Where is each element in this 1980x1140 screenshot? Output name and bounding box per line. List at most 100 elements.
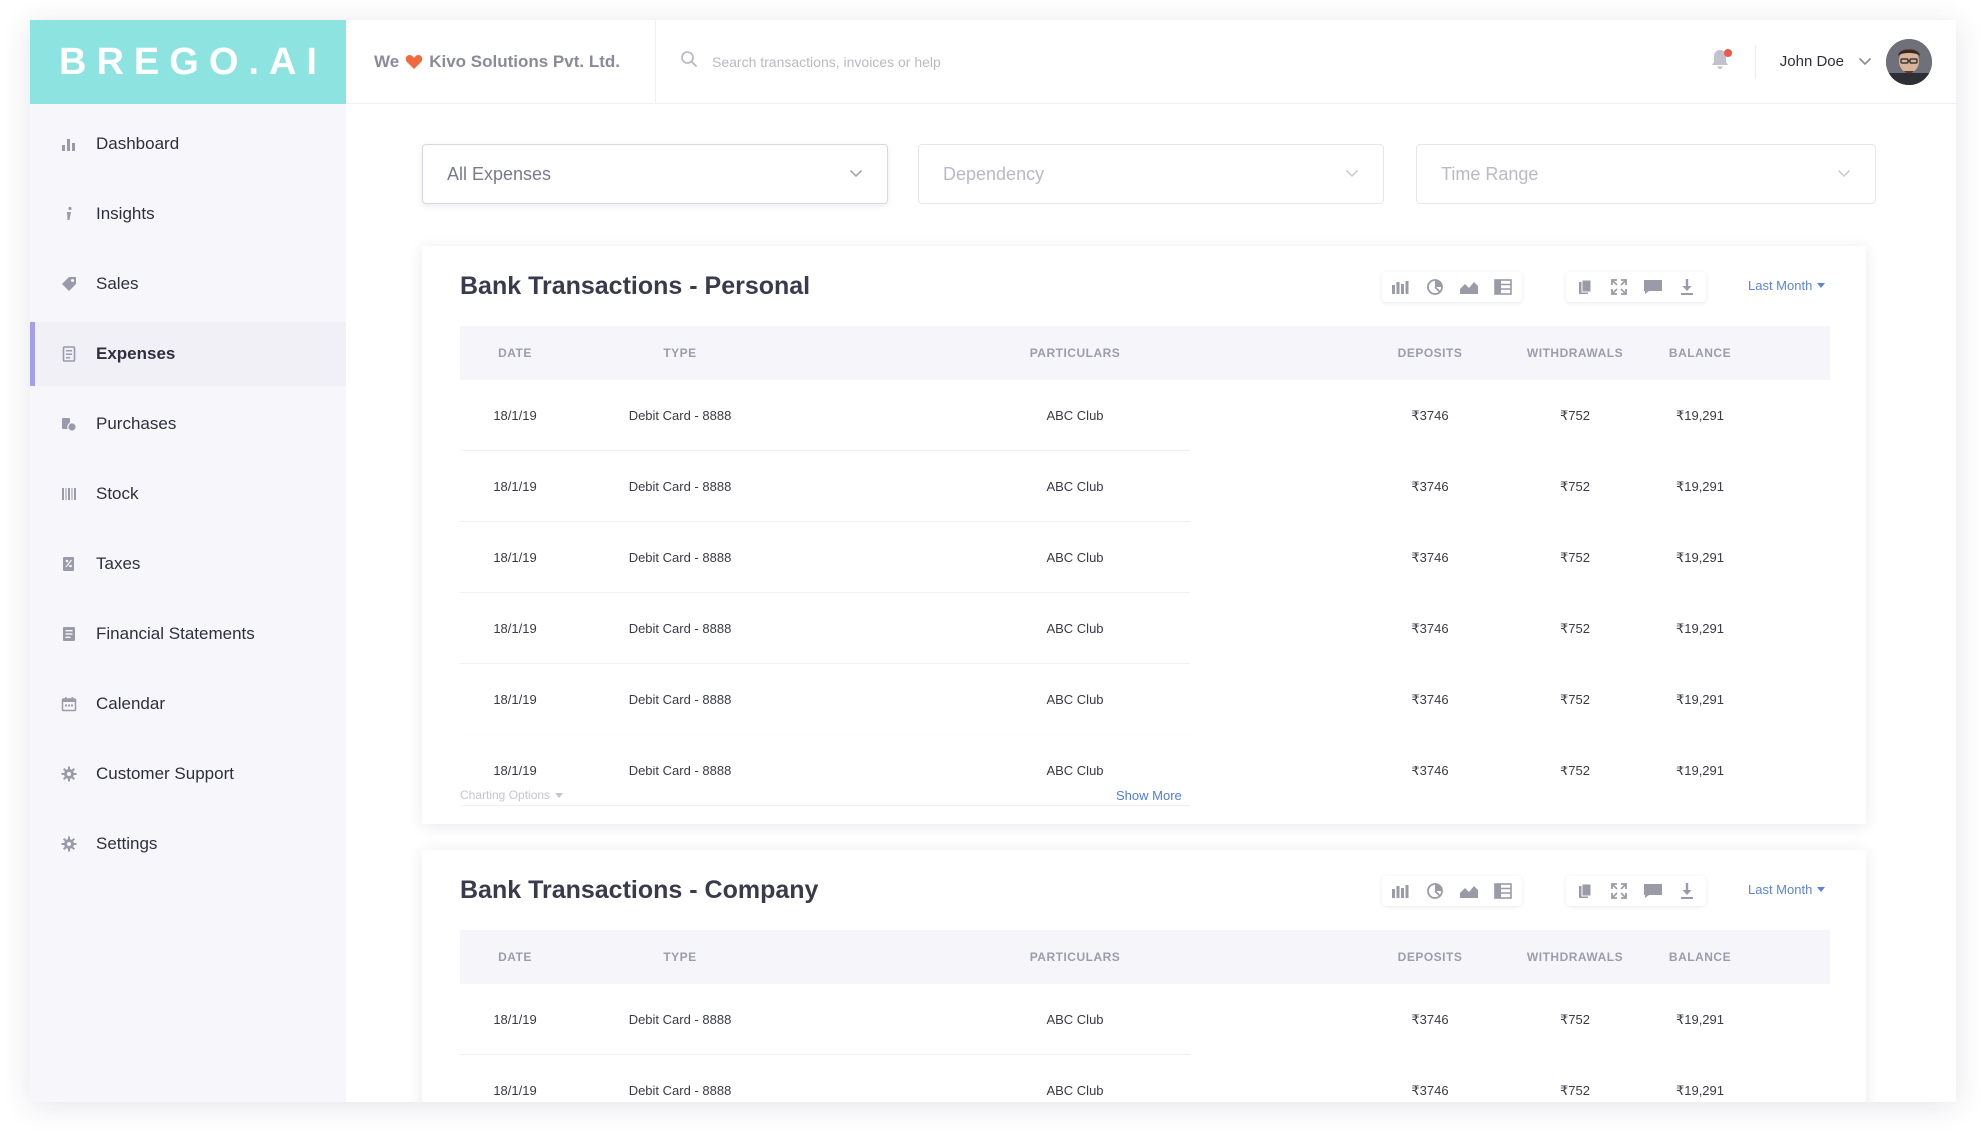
copy-icon[interactable] bbox=[1568, 272, 1602, 302]
sidebar-item-insights[interactable]: Insights bbox=[30, 182, 346, 246]
table-row[interactable]: 18/1/19 Debit Card - 8888 ABC Club ₹3746… bbox=[460, 522, 1830, 593]
sidebar-item-label: Taxes bbox=[96, 554, 141, 573]
search-icon bbox=[680, 50, 698, 73]
cell-balance: ₹19,291 bbox=[1675, 1082, 1725, 1098]
sidebar-item-settings[interactable]: Settings bbox=[30, 812, 346, 876]
card-title: Bank Transactions - Company bbox=[460, 876, 819, 904]
pie-chart-icon[interactable] bbox=[1418, 272, 1452, 302]
table-row[interactable]: 18/1/19 Debit Card - 8888 ABC Club ₹3746… bbox=[460, 664, 1830, 735]
column-header-particulars[interactable]: PARTICULARS bbox=[790, 326, 1360, 380]
table-row[interactable]: 18/1/19 Debit Card - 8888 ABC Club ₹3746… bbox=[460, 984, 1830, 1055]
copy-icon[interactable] bbox=[1568, 876, 1602, 906]
cell-deposits: ₹3746 bbox=[1411, 407, 1449, 423]
cell-date: 18/1/19 bbox=[493, 621, 537, 636]
expand-icon[interactable] bbox=[1602, 272, 1636, 302]
cell-balance: ₹19,291 bbox=[1675, 1011, 1725, 1027]
cell-spacer bbox=[1750, 1055, 1830, 1102]
expand-icon[interactable] bbox=[1602, 876, 1636, 906]
period-label: Last Month bbox=[1748, 278, 1813, 293]
area-chart-icon[interactable] bbox=[1452, 876, 1486, 906]
sidebar-item-label: Dashboard bbox=[96, 134, 180, 153]
sidebar: BREGO.AI Dashboard Insights Sales Expens… bbox=[30, 20, 346, 1102]
comment-icon[interactable] bbox=[1636, 876, 1670, 906]
cell-date: 18/1/19 bbox=[493, 479, 537, 494]
table-view-icon[interactable] bbox=[1486, 876, 1520, 906]
area-chart-icon[interactable] bbox=[1452, 272, 1486, 302]
cell-type: Debit Card - 8888 bbox=[628, 550, 732, 565]
period-label: Last Month bbox=[1748, 882, 1813, 897]
show-more-link[interactable]: Show More bbox=[1116, 788, 1182, 803]
column-header-type[interactable]: TYPE bbox=[570, 326, 790, 380]
card-header: Bank Transactions - Personal Last Month bbox=[422, 246, 1866, 326]
download-icon[interactable] bbox=[1670, 272, 1704, 302]
logo-text: BREGO.AI bbox=[59, 40, 327, 83]
dependency-select[interactable]: Dependency bbox=[918, 144, 1384, 204]
cell-deposits: ₹3746 bbox=[1411, 620, 1449, 636]
expense-type-select[interactable]: All Expenses bbox=[422, 144, 888, 204]
sidebar-item-expenses[interactable]: Expenses bbox=[30, 322, 346, 386]
cell-date: 18/1/19 bbox=[493, 408, 537, 423]
table-header-row: DATE TYPE PARTICULARS DEPOSITS WITHDRAWA… bbox=[460, 326, 1830, 380]
avatar[interactable] bbox=[1886, 38, 1932, 85]
cell-date: 18/1/19 bbox=[493, 692, 537, 707]
charting-options-label: Charting Options bbox=[460, 788, 551, 802]
column-header-deposits[interactable]: DEPOSITS bbox=[1360, 326, 1500, 380]
table-row[interactable]: 18/1/19 Debit Card - 8888 ABC Club ₹3746… bbox=[460, 451, 1830, 522]
info-icon bbox=[60, 205, 78, 223]
gear-icon bbox=[60, 765, 78, 783]
pie-chart-icon[interactable] bbox=[1418, 876, 1452, 906]
period-dropdown[interactable]: Last Month bbox=[1748, 278, 1826, 293]
sidebar-item-taxes[interactable]: Taxes bbox=[30, 532, 346, 596]
column-header-type[interactable]: TYPE bbox=[570, 930, 790, 984]
chevron-down-icon bbox=[1837, 165, 1851, 183]
cell-deposits: ₹3746 bbox=[1411, 691, 1449, 707]
table-row[interactable]: 18/1/19 Debit Card - 8888 ABC Club ₹3746… bbox=[460, 593, 1830, 664]
column-header-date[interactable]: DATE bbox=[460, 930, 570, 984]
column-header-particulars[interactable]: PARTICULARS bbox=[790, 930, 1360, 984]
time-range-select[interactable]: Time Range bbox=[1416, 144, 1876, 204]
cell-spacer bbox=[1750, 380, 1830, 451]
table-view-icon[interactable] bbox=[1486, 272, 1520, 302]
user-name[interactable]: John Doe bbox=[1780, 53, 1844, 70]
sidebar-item-purchases[interactable]: Purchases bbox=[30, 392, 346, 456]
bar-chart-icon bbox=[60, 135, 78, 153]
sidebar-item-label: Expenses bbox=[96, 344, 176, 363]
column-header-withdrawals[interactable]: WITHDRAWALS bbox=[1500, 326, 1650, 380]
sidebar-item-dashboard[interactable]: Dashboard bbox=[30, 112, 346, 176]
cell-balance: ₹19,291 bbox=[1675, 549, 1725, 565]
column-header-withdrawals[interactable]: WITHDRAWALS bbox=[1500, 930, 1650, 984]
download-icon[interactable] bbox=[1670, 876, 1704, 906]
card-header: Bank Transactions - Company Last Month bbox=[422, 850, 1866, 930]
column-header-deposits[interactable]: DEPOSITS bbox=[1360, 930, 1500, 984]
cell-particulars: ABC Club bbox=[1046, 408, 1104, 423]
cell-withdrawals: ₹752 bbox=[1560, 691, 1590, 707]
cell-withdrawals: ₹752 bbox=[1560, 478, 1590, 494]
tax-document-icon bbox=[60, 555, 78, 573]
sidebar-item-financial-statements[interactable]: Financial Statements bbox=[30, 602, 346, 666]
column-header-balance[interactable]: BALANCE bbox=[1650, 326, 1750, 380]
period-dropdown[interactable]: Last Month bbox=[1748, 882, 1826, 897]
table-row[interactable]: 18/1/19 Debit Card - 8888 ABC Club ₹3746… bbox=[460, 380, 1830, 451]
notifications-button[interactable] bbox=[1705, 47, 1735, 77]
sidebar-item-calendar[interactable]: Calendar bbox=[30, 672, 346, 736]
table-row[interactable]: 18/1/19 Debit Card - 8888 ABC Club ₹3746… bbox=[460, 1055, 1830, 1102]
sidebar-item-customer-support[interactable]: Customer Support bbox=[30, 742, 346, 806]
search-input[interactable] bbox=[712, 53, 1132, 70]
column-header-balance[interactable]: BALANCE bbox=[1650, 930, 1750, 984]
charting-options-dropdown[interactable]: Charting Options bbox=[460, 788, 564, 802]
comment-icon[interactable] bbox=[1636, 272, 1670, 302]
company-selector[interactable]: We Kivo Solutions Pvt. Ltd. bbox=[346, 20, 656, 104]
chevron-down-icon[interactable] bbox=[1858, 57, 1872, 66]
brand-logo[interactable]: BREGO.AI bbox=[30, 20, 346, 104]
sidebar-item-label: Settings bbox=[96, 834, 158, 853]
chevron-down-icon bbox=[1345, 165, 1359, 183]
column-header-date[interactable]: DATE bbox=[460, 326, 570, 380]
column-header-spacer bbox=[1750, 930, 1830, 984]
bar-chart-icon[interactable] bbox=[1384, 876, 1418, 906]
bar-chart-icon[interactable] bbox=[1384, 272, 1418, 302]
card-footer: Charting Options Show More bbox=[460, 784, 1830, 808]
cell-particulars: ABC Club bbox=[1046, 621, 1104, 636]
sidebar-item-sales[interactable]: Sales bbox=[30, 252, 346, 316]
sidebar-item-stock[interactable]: Stock bbox=[30, 462, 346, 526]
cell-particulars: ABC Club bbox=[1046, 692, 1104, 707]
